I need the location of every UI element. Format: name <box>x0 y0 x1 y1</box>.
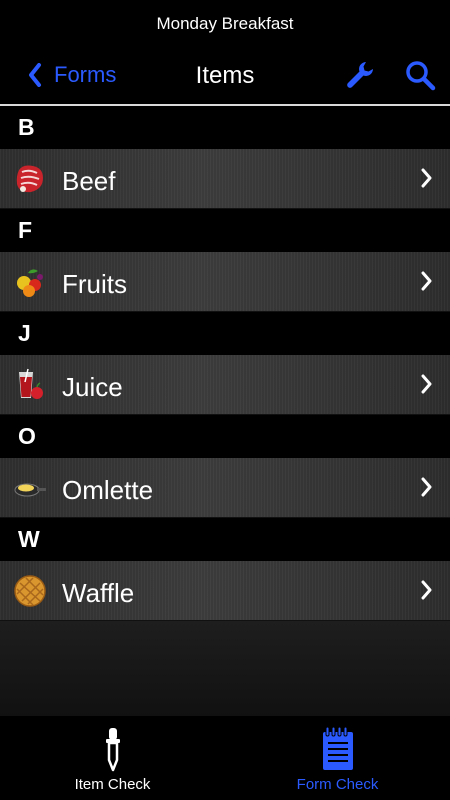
tab-item-check[interactable]: Item Check <box>0 716 225 800</box>
wrench-icon[interactable] <box>344 59 376 91</box>
chevron-right-icon <box>421 271 432 291</box>
bottom-tab-bar: Item Check Form Check <box>0 716 450 800</box>
list-item-beef[interactable]: Beef <box>0 149 450 209</box>
search-icon[interactable] <box>404 59 436 91</box>
fruits-icon <box>17 269 43 297</box>
section-header-j: J <box>0 312 450 355</box>
navigation-bar: Forms Items <box>0 50 450 102</box>
list-item-label: Fruits <box>62 269 127 299</box>
section-header-b: B <box>0 106 450 149</box>
section-header-w: W <box>0 518 450 561</box>
beef-icon <box>16 165 43 193</box>
tab-label-item-check: Item Check <box>74 776 151 793</box>
back-button-label: Forms <box>54 62 117 87</box>
list-item-label: Beef <box>62 166 116 196</box>
omelette-icon <box>14 483 46 497</box>
list-item-label: Waffle <box>62 578 135 608</box>
chevron-right-icon <box>421 168 432 188</box>
back-button-forms[interactable]: Forms <box>28 60 116 90</box>
list-item-omlette[interactable]: Omlette <box>0 458 450 518</box>
list-item-label: Juice <box>62 372 123 402</box>
tab-form-check[interactable]: Form Check <box>225 716 450 800</box>
tab-label-form-check: Form Check <box>296 776 379 793</box>
juice-icon <box>19 368 43 399</box>
chevron-right-icon <box>421 477 432 497</box>
items-list[interactable]: B Beef F Fruits J Juice O Omlette W Waff… <box>0 106 450 716</box>
list-item-fruits[interactable]: Fruits <box>0 252 450 312</box>
list-item-waffle[interactable]: Waffle <box>0 561 450 621</box>
section-header-o: O <box>0 415 450 458</box>
window-title: Monday Breakfast <box>156 14 294 33</box>
notepad-icon <box>323 726 353 770</box>
chevron-right-icon <box>421 580 432 600</box>
app-screen: Monday Breakfast Forms Items B Beef F Fr… <box>0 0 450 800</box>
section-header-f: F <box>0 209 450 252</box>
waffle-icon <box>14 575 46 607</box>
chevron-left-icon <box>29 63 41 87</box>
list-item-label: Omlette <box>62 475 154 505</box>
dropper-icon <box>106 728 120 772</box>
list-item-juice[interactable]: Juice <box>0 355 450 415</box>
chevron-right-icon <box>421 374 432 394</box>
